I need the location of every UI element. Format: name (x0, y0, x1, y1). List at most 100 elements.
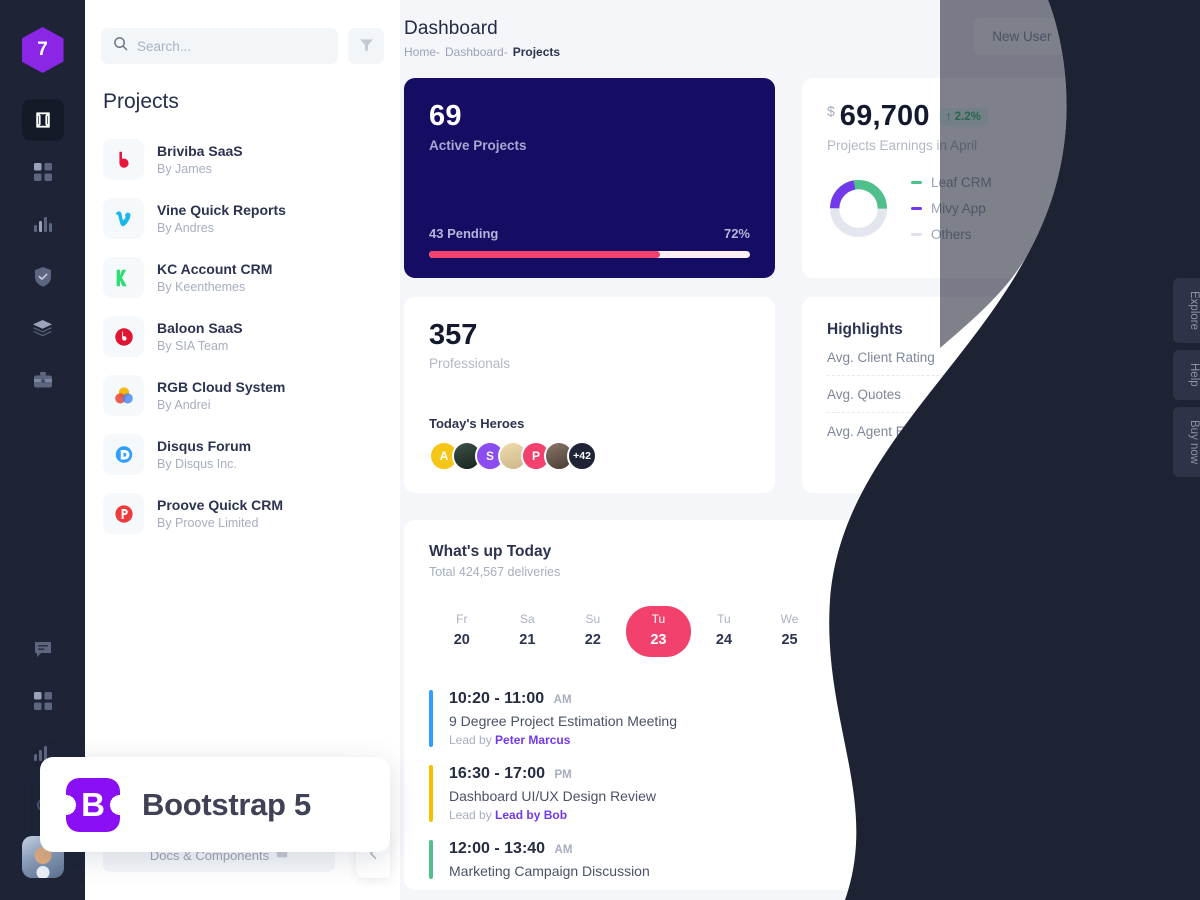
progress-bar (429, 251, 750, 258)
new-user-button[interactable]: New User (974, 18, 1070, 55)
progress-labels: 43 Pending 72% (429, 226, 750, 241)
project-owner: By Proove Limited (157, 515, 259, 530)
breadcrumb-item-current: Projects (512, 45, 561, 59)
day-item[interactable]: Sa 21 (495, 606, 561, 657)
project-logo (103, 493, 144, 534)
bootstrap-logo-letter: B (81, 785, 105, 823)
search-box[interactable] (101, 28, 338, 64)
legend-item: Others (911, 227, 992, 242)
legend-label: Others (931, 227, 972, 242)
stats-row-2: 357 Professionals Today's Heroes A S P +… (400, 278, 1200, 493)
list-item[interactable]: RGB Cloud System By Andrei (103, 366, 400, 425)
avatar-overflow[interactable]: +42 (567, 441, 597, 471)
search-icon (113, 36, 128, 56)
arrow-down-left-icon: ↙ (1105, 385, 1118, 402)
avatar-initial: P (531, 449, 540, 463)
day-item[interactable]: Sa 28 (953, 606, 1019, 657)
highlight-value-group: ↗ $2,309 (1086, 423, 1148, 440)
event-time: 12:00 - 13:40 (449, 840, 546, 857)
event-lead-name[interactable]: Lead by Bob (495, 808, 567, 822)
list-item[interactable]: Vine Quick Reports By Andres (103, 189, 400, 248)
sidebar-nav (21, 99, 64, 401)
event-ampm: AM (554, 844, 573, 856)
sidebar-item-grid-2[interactable] (22, 680, 64, 722)
app-logo[interactable]: 7 (21, 27, 64, 73)
event-view-button[interactable]: View (1089, 843, 1150, 876)
event-time-row: 10:20 - 11:00 AM (449, 690, 677, 708)
highlight-value: $2,309 (1105, 423, 1148, 440)
day-item-selected[interactable]: Tu 23 (625, 606, 692, 657)
cube-icon (33, 110, 53, 130)
day-item[interactable]: Mo 30 (1084, 606, 1150, 657)
legend-label: Leaf CRM (931, 175, 992, 190)
breadcrumb-item-dashboard[interactable]: Dashboard- (445, 45, 508, 59)
project-name: Disqus Forum (157, 437, 252, 454)
day-item[interactable]: Fri 27 (888, 606, 954, 657)
table-row: Avg. Client Rating ↗ 7.8/10 (827, 339, 1148, 376)
earnings-amount-row: $ 69,700 ↑ 2.2% (827, 100, 1148, 133)
event-time: 16:30 - 17:00 (449, 765, 546, 782)
sidebar-item-briefcase[interactable] (22, 359, 64, 401)
legend-item: Mivy App (911, 201, 992, 216)
projects-list: Briviba SaaS By James Vine Quick Reports… (85, 114, 400, 543)
day-item[interactable]: Su 29 (1019, 606, 1085, 657)
breadcrumb-item-home[interactable]: Home- (404, 45, 440, 59)
project-logo (103, 316, 144, 357)
day-number: 20 (453, 632, 470, 648)
chat-icon (33, 640, 53, 659)
header-actions: New User New Goal (974, 18, 1175, 55)
legend-swatch-others (911, 233, 922, 236)
edge-tab-help[interactable]: Help (1173, 350, 1200, 400)
list-item[interactable]: Disqus Forum By Disqus Inc. (103, 425, 400, 484)
event-title: Marketing Campaign Discussion (449, 863, 650, 879)
highlight-value: 730 (1124, 386, 1148, 402)
day-item[interactable]: Tu 24 (691, 606, 757, 657)
shield-check-icon (33, 266, 53, 287)
highlight-suffix: /10 (1128, 349, 1148, 365)
search-row (85, 0, 400, 64)
bootstrap-logo-icon: B (66, 777, 120, 832)
event-lead-name[interactable]: Peter Marcus (495, 733, 570, 747)
currency-symbol: $ (827, 103, 835, 119)
earnings-card: $ 69,700 ↑ 2.2% Projects Earnings in Apr… (802, 78, 1173, 278)
sidebar-item-chat[interactable] (22, 628, 64, 670)
list-item[interactable]: Briviba SaaS By James (103, 130, 400, 189)
sidebar-item-security[interactable] (22, 255, 64, 297)
bootstrap-badge-text: Bootstrap 5 (142, 786, 311, 822)
highlight-label: Avg. Agent Earnings (827, 424, 950, 439)
earnings-amount: 69,700 (839, 100, 930, 132)
event-view-button[interactable]: View (1089, 702, 1150, 735)
project-owner: By James (157, 161, 212, 176)
day-item[interactable]: Su 22 (560, 606, 626, 657)
new-goal-button[interactable]: New Goal (1077, 18, 1175, 55)
filter-button[interactable] (348, 28, 384, 64)
edge-tab-explore[interactable]: Explore (1173, 278, 1200, 343)
progress-bar-fill (429, 251, 661, 258)
table-row: Avg. Agent Earnings ↗ $2,309 (827, 413, 1148, 450)
list-item[interactable]: Proove Quick CRM By Proove Limited (103, 484, 400, 543)
event-lead-prefix: Lead by (449, 733, 496, 747)
project-name: RGB Cloud System (157, 378, 286, 395)
highlights-title: Highlights (827, 321, 903, 338)
sidebar-item-layers[interactable] (22, 307, 64, 349)
sidebar-item-analytics[interactable] (22, 203, 64, 245)
list-item[interactable]: KC Account CRM By Keenthemes (103, 248, 400, 307)
highlight-value-group: ↗ 7.8/10 (1090, 349, 1148, 366)
day-item[interactable]: Th 26 (822, 606, 888, 657)
list-item[interactable]: Baloon SaaS By SIA Team (103, 307, 400, 366)
heroes-label: Today's Heroes (429, 416, 525, 431)
event-view-button[interactable]: View (1089, 777, 1150, 810)
grid-icon (33, 691, 53, 711)
highlight-label: Avg. Quotes (827, 386, 902, 402)
day-item[interactable]: We 25 (757, 606, 823, 657)
event-lead-prefix: Lead by (449, 808, 496, 822)
event-lead: Lead by Peter Marcus (449, 733, 677, 747)
report-center-button[interactable]: Report Cecnter (1037, 543, 1150, 575)
day-number: 21 (519, 632, 536, 648)
search-input[interactable] (137, 38, 326, 54)
edge-tab-buy-now[interactable]: Buy now (1173, 406, 1200, 477)
sidebar-item-cube[interactable] (21, 99, 64, 141)
sidebar-item-grid[interactable] (22, 151, 64, 193)
briefcase-icon (33, 371, 53, 390)
day-item[interactable]: Fr 20 (429, 606, 495, 657)
